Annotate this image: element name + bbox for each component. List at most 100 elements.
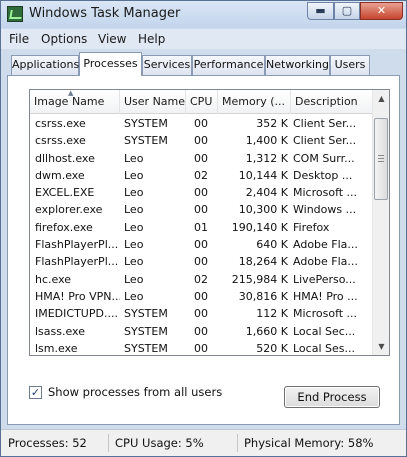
cell-image-name: FlashPlayerPl... [35, 255, 119, 269]
column-header-description[interactable]: Description [291, 90, 372, 114]
vertical-scrollbar[interactable]: ▲ ▼ [372, 90, 389, 355]
cell-description: LivePerso... [293, 272, 356, 286]
menu-bar: File Options View Help [1, 29, 406, 49]
cell-image-name: csrss.exe [35, 117, 86, 130]
table-row[interactable]: dllhost.exe Leo 00 1,312 K COM Surr... [30, 150, 372, 167]
end-process-button[interactable]: End Process [284, 386, 380, 408]
cell-user-name: Leo [124, 272, 144, 286]
cell-image-name: firefox.exe [35, 220, 93, 234]
cell-cpu: 00 [194, 151, 208, 165]
task-manager-app-icon [7, 6, 23, 22]
table-row[interactable]: HMA! Pro VPN.... Leo 00 30,816 K HMA! Pro ..… [30, 288, 372, 305]
cell-memory: 352 K [256, 117, 288, 130]
cell-cpu: 00 [194, 203, 208, 217]
cell-image-name: hc.exe [35, 272, 72, 286]
cell-memory: 1,400 K [245, 134, 288, 148]
list-header: ▲ Image Name User Name CPU Memory (... D… [30, 90, 372, 114]
column-header-cpu[interactable]: CPU [186, 90, 218, 114]
column-header-memory[interactable]: Memory (... [218, 90, 291, 114]
scrollbar-thumb[interactable] [374, 118, 388, 200]
cell-user-name: Leo [124, 186, 144, 200]
cell-description: Firefox [293, 220, 330, 234]
cell-description: Client Ser... [293, 117, 357, 130]
cell-image-name: dwm.exe [35, 168, 85, 182]
cell-user-name: SYSTEM [124, 324, 168, 338]
cell-memory: 2,404 K [245, 186, 288, 200]
table-row[interactable]: csrss.exe SYSTEM 00 352 K Client Ser... [30, 115, 372, 132]
cell-description: Local Sec... [293, 324, 356, 338]
cell-cpu: 00 [194, 307, 208, 321]
tab-performance[interactable]: Performance [192, 55, 265, 75]
cell-cpu: 02 [194, 272, 208, 286]
table-row[interactable]: FlashPlayerPl... Leo 00 18,264 K Adobe Fla..… [30, 253, 372, 270]
process-list[interactable]: ▲ Image Name User Name CPU Memory (... D… [29, 89, 390, 356]
maximize-button[interactable]: ▢ [334, 2, 360, 20]
processes-panel: ▲ Image Name User Name CPU Memory (... D… [7, 75, 400, 425]
cell-image-name: FlashPlayerPl... [35, 238, 119, 252]
show-all-checkbox[interactable]: ✓ [29, 386, 42, 399]
table-row[interactable]: lsass.exe SYSTEM 00 1,660 K Local Sec... [30, 323, 372, 340]
cell-description: Microsoft ... [293, 186, 358, 200]
cell-image-name: lsm.exe [35, 341, 78, 355]
tab-networking[interactable]: Networking [265, 55, 330, 75]
cell-user-name: Leo [124, 289, 144, 303]
close-button[interactable]: ✕ [360, 2, 403, 20]
cell-description: Windows ... [293, 203, 357, 217]
cell-user-name: Leo [124, 151, 144, 165]
cell-memory: 18,264 K [238, 255, 288, 269]
column-header-image-name[interactable]: ▲ Image Name [30, 90, 120, 114]
cell-image-name: explorer.exe [35, 203, 103, 217]
table-row[interactable]: EXCEL.EXE Leo 00 2,404 K Microsoft ... [30, 184, 372, 201]
minimize-button[interactable]: ▬ [307, 2, 334, 20]
cell-memory: 215,984 K [231, 272, 288, 286]
cell-user-name: Leo [124, 220, 144, 234]
cell-memory: 112 K [256, 307, 288, 321]
title-bar[interactable]: Windows Task Manager ▬ ▢ ✕ [1, 1, 406, 28]
table-row[interactable]: IMEDICTUPD.... SYSTEM 00 112 K Microsoft ... [30, 305, 372, 322]
cell-description: Adobe Fla... [293, 238, 358, 252]
cell-user-name: SYSTEM [124, 117, 168, 130]
menu-file[interactable]: File [9, 32, 29, 46]
cell-user-name: SYSTEM [124, 341, 168, 355]
menu-help[interactable]: Help [138, 32, 165, 46]
cell-description: HMA! Pro ... [293, 289, 358, 303]
cell-memory: 30,816 K [238, 289, 288, 303]
table-row[interactable]: explorer.exe Leo 00 10,300 K Windows ... [30, 201, 372, 218]
show-all-label[interactable]: Show processes from all users [48, 385, 222, 399]
scroll-up-arrow-icon[interactable]: ▲ [373, 90, 389, 107]
cell-image-name: HMA! Pro VPN.... [35, 289, 120, 303]
tab-users[interactable]: Users [330, 55, 370, 75]
tab-applications[interactable]: Applications [11, 55, 79, 75]
table-row[interactable]: dwm.exe Leo 02 10,144 K Desktop ... [30, 167, 372, 184]
cell-user-name: SYSTEM [124, 307, 168, 321]
cell-cpu: 00 [194, 238, 208, 252]
status-bar: Processes: 52 CPU Usage: 5% Physical Mem… [1, 429, 406, 456]
table-row[interactable]: hc.exe Leo 02 215,984 K LivePerso... [30, 271, 372, 288]
cell-memory: 1,660 K [245, 324, 288, 338]
cell-description: Client Ser... [293, 134, 357, 148]
menu-options[interactable]: Options [41, 32, 87, 46]
status-processes: Processes: 52 [5, 434, 109, 452]
tab-services[interactable]: Services [142, 55, 192, 75]
cell-image-name: EXCEL.EXE [35, 186, 95, 200]
cell-description: Desktop ... [293, 168, 353, 182]
table-row[interactable]: csrss.exe SYSTEM 00 1,400 K Client Ser... [30, 132, 372, 149]
table-row[interactable]: firefox.exe Leo 01 190,140 K Firefox [30, 219, 372, 236]
cell-cpu: 00 [194, 341, 208, 355]
tab-processes[interactable]: Processes [79, 52, 142, 76]
table-row[interactable]: lsm.exe SYSTEM 00 520 K Local Ses... [30, 340, 372, 355]
cell-user-name: Leo [124, 255, 144, 269]
table-row[interactable]: FlashPlayerPl... Leo 00 640 K Adobe Fla... [30, 236, 372, 253]
grip-icon [378, 155, 384, 162]
cell-memory: 1,312 K [245, 151, 288, 165]
status-cpu-usage: CPU Usage: 5% [112, 434, 238, 452]
cell-image-name: IMEDICTUPD.... [35, 307, 118, 321]
scroll-down-arrow-icon[interactable]: ▼ [373, 338, 389, 355]
menu-view[interactable]: View [98, 32, 126, 46]
sort-ascending-icon: ▲ [68, 90, 74, 97]
cell-image-name: csrss.exe [35, 134, 86, 148]
cell-cpu: 00 [194, 324, 208, 338]
cell-description: Local Ses... [293, 341, 355, 355]
column-header-user-name[interactable]: User Name [120, 90, 186, 114]
status-physical-memory: Physical Memory: 58% [244, 436, 374, 450]
